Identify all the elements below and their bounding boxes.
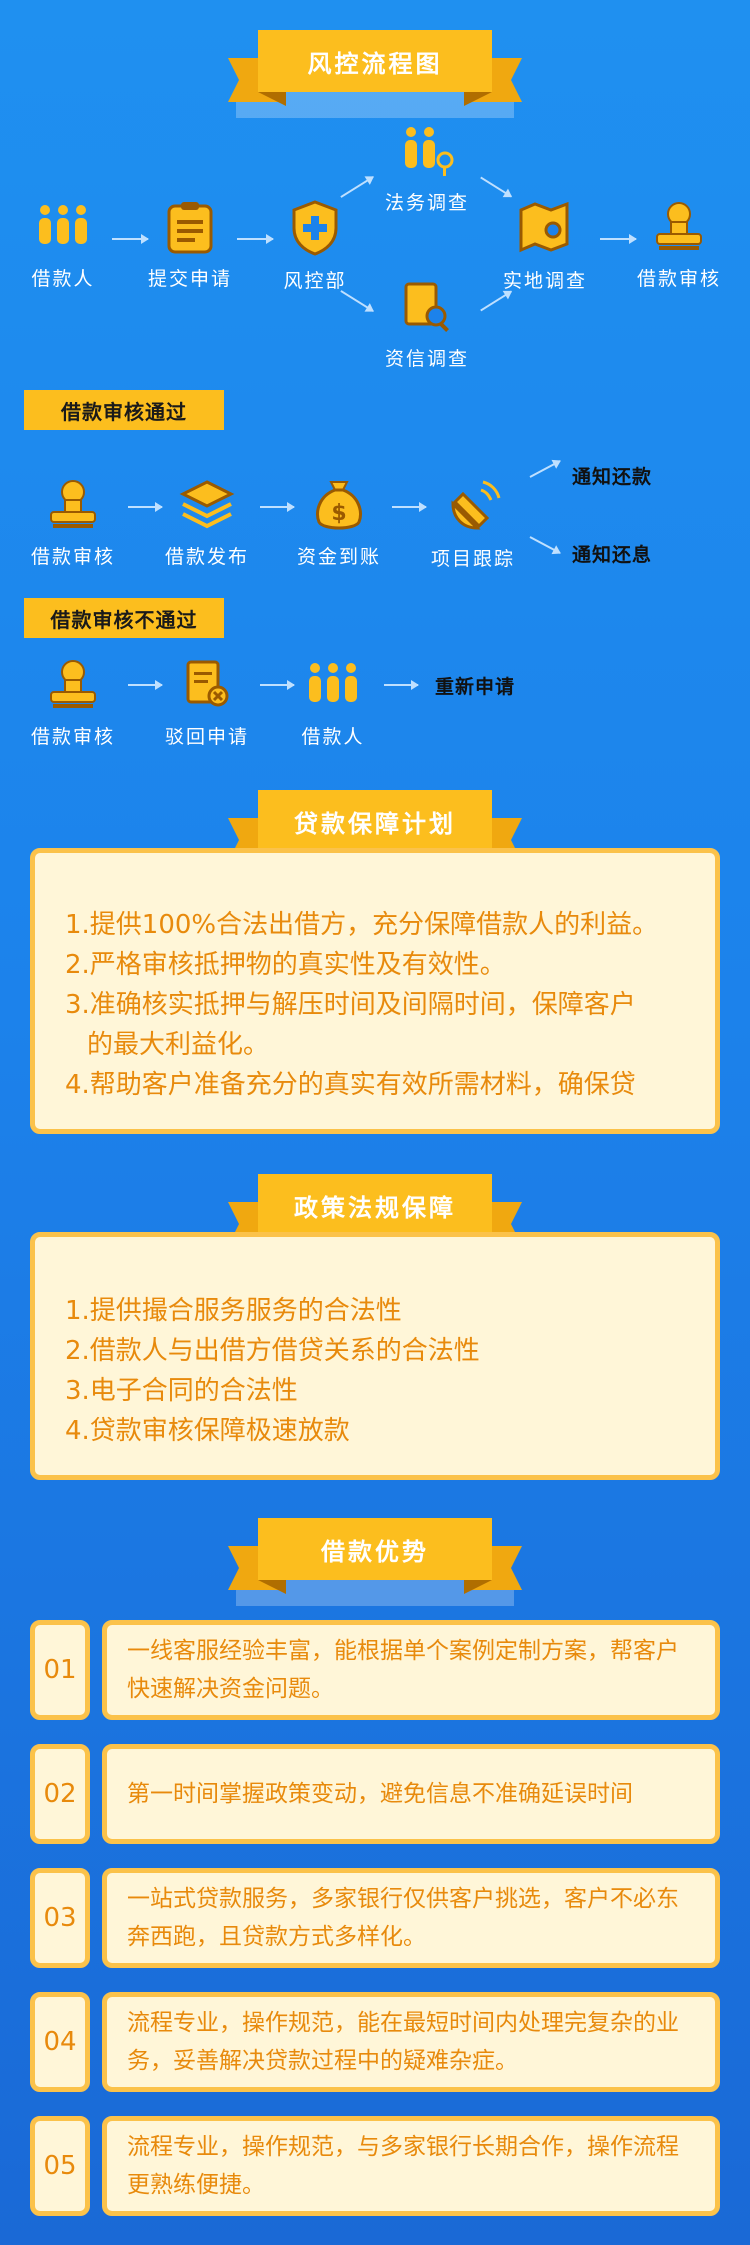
pass-label-tracking: 项目跟踪	[430, 548, 515, 570]
svg-text:$: $	[331, 501, 346, 526]
arrow	[480, 290, 512, 312]
policy-item: 4.贷款审核保障极速放款	[65, 1416, 350, 1446]
guarantee-item: 4.帮助客户准备充分的真实有效所需材料，确保贷	[65, 1070, 636, 1100]
flow-label-credit: 资信调查	[384, 348, 469, 370]
flow-node-risk: 风控部	[260, 200, 370, 293]
flow-node-borrower: 借款人	[8, 200, 118, 291]
section-title-advantages: 借款优势	[228, 1518, 522, 1606]
pass-label-funds: 资金到账	[296, 546, 381, 568]
fail-node-reject: 驳回申请	[152, 658, 262, 749]
fail-node-review: 借款审核	[18, 658, 128, 749]
pass-label-review: 借款审核	[30, 546, 115, 568]
flow-node-submit: 提交申请	[135, 200, 245, 291]
policy-title: 政策法规保障	[258, 1174, 492, 1236]
flow-node-field: 实地调查	[490, 200, 600, 293]
pass-tag: 借款审核通过	[24, 390, 224, 430]
arrow	[384, 680, 419, 690]
advantage-text: 一站式贷款服务，多家银行仅供客户挑选，客户不必东奔西跑，且贷款方式多样化。	[102, 1868, 720, 1968]
reapply-text: 重新申请	[435, 676, 516, 698]
guarantee-item: 的最大利益化。	[87, 1030, 270, 1060]
guarantee-item: 2.严格审核抵押物的真实性及有效性。	[65, 950, 506, 980]
document-search-icon	[404, 282, 449, 332]
pass-node-funds: $ 资金到账	[284, 478, 394, 569]
fail-tag: 借款审核不通过	[24, 598, 224, 638]
flow-node-credit: 资信调查	[372, 280, 482, 371]
guarantee-item: 1.提供100%合法出借方，充分保障借款人的利益。	[65, 910, 659, 940]
map-pin-icon	[519, 201, 569, 253]
legal-team-icon	[405, 127, 454, 176]
flow-title: 风控流程图	[258, 30, 492, 92]
section-title-flow: 风控流程图	[228, 30, 522, 118]
fail-label-reject: 驳回申请	[164, 726, 249, 748]
policy-item: 1.提供撮合服务服务的合法性	[65, 1296, 402, 1326]
flow-node-legal: 法务调查	[372, 124, 482, 215]
reject-document-icon	[186, 660, 229, 707]
people-icon	[309, 663, 357, 702]
arrow	[340, 290, 374, 312]
satellite-icon	[451, 480, 501, 530]
notify-interest-text: 通知还息	[572, 544, 653, 566]
advantage-number: 05	[30, 2116, 90, 2216]
advantage-number: 01	[30, 1620, 90, 1720]
advantage-text: 流程专业，操作规范，能在最短时间内处理完复杂的业务，妥善解决贷款过程中的疑难杂症…	[102, 1992, 720, 2092]
flow-label-borrower: 借款人	[31, 268, 95, 290]
flow-label-risk: 风控部	[283, 270, 347, 292]
money-bag-icon: $	[316, 481, 362, 530]
advantage-number: 02	[30, 1744, 90, 1844]
flow-label-submit: 提交申请	[147, 268, 232, 290]
advantages-title: 借款优势	[258, 1518, 492, 1580]
guarantee-title: 贷款保障计划	[258, 790, 492, 852]
advantage-text: 第一时间掌握政策变动，避免信息不准确延误时间	[102, 1744, 720, 1844]
stamp-icon	[656, 202, 702, 251]
pass-label-publish: 借款发布	[164, 546, 249, 568]
fail-label-borrower: 借款人	[301, 726, 365, 748]
shield-icon	[292, 200, 338, 256]
pass-node-review: 借款审核	[18, 478, 128, 569]
stamp-icon	[50, 480, 96, 529]
arrow	[529, 536, 561, 554]
layers-icon	[179, 480, 235, 529]
advantage-text: 一线客服经验丰富，能根据单个案例定制方案，帮客户快速解决资金问题。	[102, 1620, 720, 1720]
arrow	[529, 460, 561, 478]
stamp-icon	[50, 660, 96, 709]
guarantee-card: 1.提供100%合法出借方，充分保障借款人的利益。 2.严格审核抵押物的真实性及…	[30, 848, 720, 1134]
flow-label-review: 借款审核	[636, 268, 721, 290]
flow-label-legal: 法务调查	[384, 192, 469, 214]
fail-node-borrower: 借款人	[278, 658, 388, 749]
advantage-text: 流程专业，操作规范，与多家银行长期合作，操作流程更熟练便捷。	[102, 2116, 720, 2216]
advantage-number: 03	[30, 1868, 90, 1968]
flow-node-review: 借款审核	[624, 200, 734, 291]
advantage-number: 04	[30, 1992, 90, 2092]
policy-card: 1.提供撮合服务服务的合法性 2.借款人与出借方借贷关系的合法性 3.电子合同的…	[30, 1232, 720, 1480]
flow-label-field: 实地调查	[502, 270, 587, 292]
policy-item: 3.电子合同的合法性	[65, 1376, 298, 1406]
arrow	[480, 176, 512, 198]
people-icon	[39, 205, 87, 244]
arrow	[340, 176, 374, 198]
guarantee-item: 3.准确核实抵押与解压时间及间隔时间，保障客户	[65, 990, 636, 1020]
pass-node-publish: 借款发布	[152, 478, 262, 569]
fail-label-review: 借款审核	[30, 726, 115, 748]
policy-item: 2.借款人与出借方借贷关系的合法性	[65, 1336, 480, 1366]
pass-node-tracking: 项目跟踪	[418, 478, 528, 571]
clipboard-icon	[167, 202, 213, 254]
notify-repay-text: 通知还款	[572, 466, 653, 488]
